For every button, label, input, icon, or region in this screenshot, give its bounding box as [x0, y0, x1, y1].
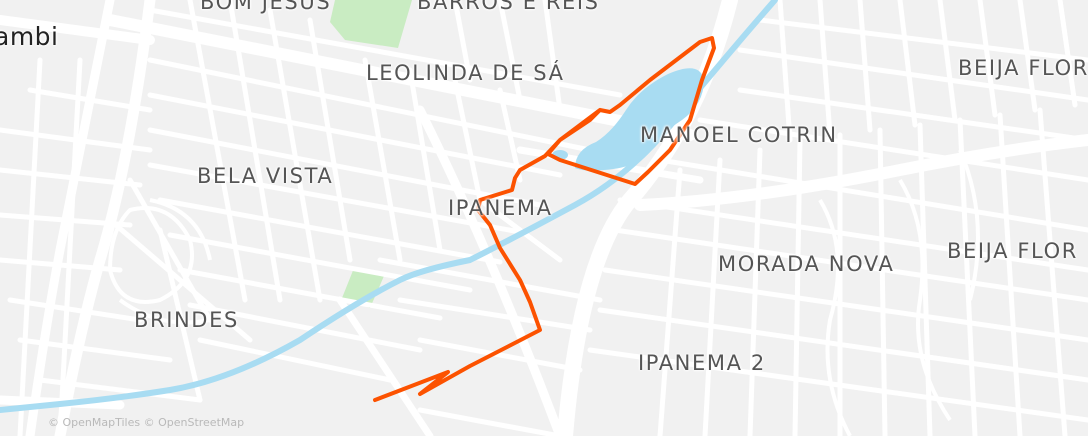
label-manoel-cotrin: MANOEL COTRIN	[640, 123, 838, 147]
label-ipanema-2: IPANEMA 2	[638, 351, 766, 375]
label-morada-nova: MORADA NOVA	[718, 252, 895, 276]
label-beija-flor-south: BEIJA FLOR	[947, 239, 1078, 263]
label-brindes: BRINDES	[134, 308, 239, 332]
label-bom-jesus: BOM JESUS	[200, 0, 332, 14]
label-city: ambi	[0, 22, 59, 51]
label-barros-e-reis: BARROS E REIS	[417, 0, 600, 14]
label-bela-vista: BELA VISTA	[197, 164, 334, 188]
label-beija-flor-north: BEIJA FLOR	[958, 56, 1088, 80]
map[interactable]: BOM JESUS BARROS E REIS ambi LEOLINDA DE…	[0, 0, 1088, 436]
label-ipanema: IPANEMA	[448, 196, 553, 220]
map-attribution[interactable]: © OpenMapTiles © OpenStreetMap	[48, 416, 244, 429]
label-leolinda-de-sa: LEOLINDA DE SÁ	[366, 61, 565, 85]
